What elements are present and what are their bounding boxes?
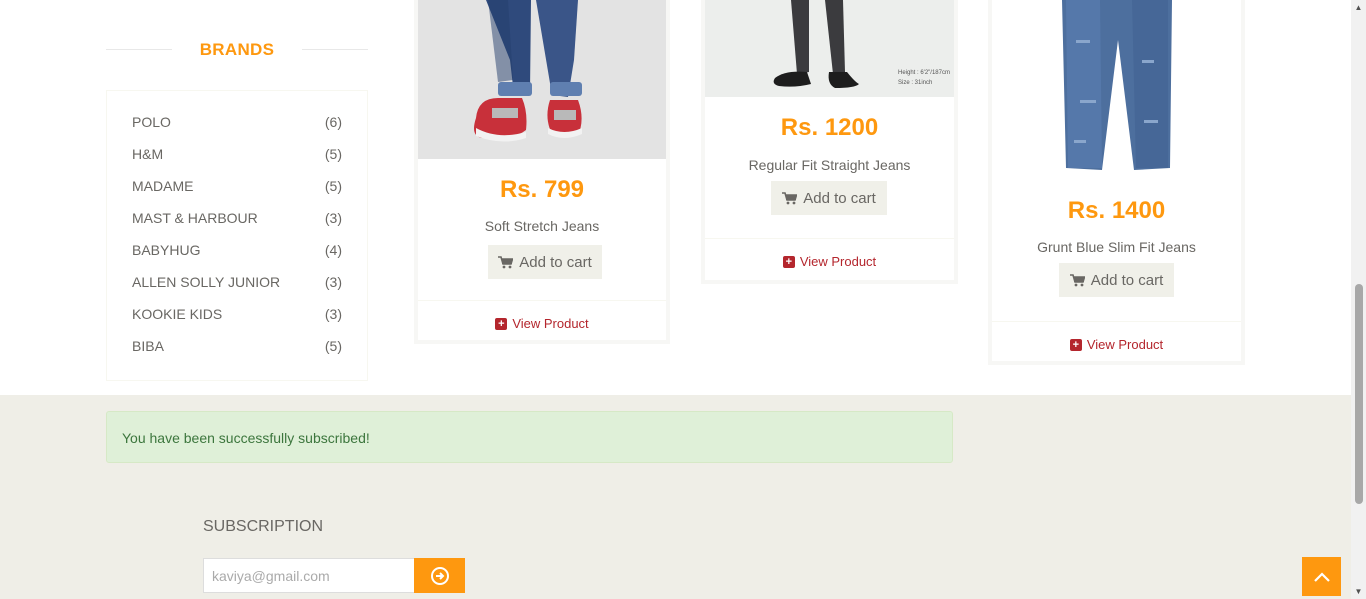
brands-heading: BRANDS	[106, 36, 368, 64]
product-name: Soft Stretch Jeans	[484, 218, 600, 234]
view-product-label: View Product	[799, 254, 877, 269]
brand-count: (6)	[324, 114, 342, 130]
brand-count: (4)	[324, 242, 342, 258]
add-to-cart-label: Add to cart	[519, 253, 592, 271]
product-card: Height : 6'2"/187cm Size : 31inch Rs. 12…	[701, 0, 958, 284]
brand-name: BIBA	[132, 338, 164, 354]
subscription-email-input[interactable]	[203, 558, 415, 593]
chevron-up-icon	[1313, 571, 1330, 582]
product-price: Rs. 1200	[780, 114, 879, 141]
image-caption-size: Size : 31inch	[898, 80, 932, 86]
image-caption-height: Height : 6'2"/187cm	[898, 70, 950, 76]
scroll-up-arrow-icon[interactable]: ▲	[1354, 3, 1363, 12]
brands-list: POLO (6) H&M (5) MADAME (5) MAST & HARBO…	[106, 90, 368, 381]
brand-item-madame[interactable]: MADAME (5)	[132, 176, 342, 196]
subscribe-button[interactable]	[414, 558, 465, 593]
jeans-image	[1062, 0, 1172, 170]
scroll-down-arrow-icon[interactable]: ▼	[1354, 587, 1363, 596]
brand-count: (5)	[324, 178, 342, 194]
product-card: Rs. 799 Soft Stretch Jeans Add to cart +…	[414, 0, 670, 344]
brand-item-kookie-kids[interactable]: KOOKIE KIDS (3)	[132, 304, 342, 324]
add-to-cart-button[interactable]: Add to cart	[488, 245, 602, 279]
cart-icon	[498, 255, 514, 268]
brands-title: BRANDS	[199, 40, 275, 59]
product-name: Grunt Blue Slim Fit Jeans	[1037, 239, 1196, 255]
product-image	[418, 0, 666, 159]
cart-icon	[1069, 273, 1085, 286]
brand-name: KOOKIE KIDS	[132, 306, 223, 322]
brand-count: (3)	[324, 210, 342, 226]
brand-item-hm[interactable]: H&M (5)	[132, 144, 342, 164]
jeans-legs-image	[418, 0, 666, 159]
scroll-to-top-button[interactable]	[1302, 557, 1341, 596]
product-card: Rs. 1400 Grunt Blue Slim Fit Jeans Add t…	[988, 0, 1245, 365]
success-alert: You have been successfully subscribed!	[106, 411, 953, 463]
plus-square-icon: +	[782, 255, 795, 268]
brand-item-babyhug[interactable]: BABYHUG (4)	[132, 240, 342, 260]
brand-item-biba[interactable]: BIBA (5)	[132, 336, 342, 356]
brand-item-polo[interactable]: POLO (6)	[132, 112, 342, 132]
card-divider	[992, 321, 1241, 322]
view-product-link[interactable]: + View Product	[705, 254, 954, 269]
card-divider	[705, 238, 954, 239]
brand-name: MADAME	[132, 178, 194, 194]
plus-square-icon: +	[1069, 338, 1082, 351]
card-divider	[418, 300, 666, 301]
view-product-link[interactable]: + View Product	[418, 316, 666, 331]
brand-name: MAST & HARBOUR	[132, 210, 258, 226]
page: BRANDS POLO (6) H&M (5) MADAME (5) MAST …	[0, 0, 1366, 599]
product-image	[992, 0, 1241, 176]
brand-name: BABYHUG	[132, 242, 201, 258]
brand-item-mast-harbour[interactable]: MAST & HARBOUR (3)	[132, 208, 342, 228]
add-to-cart-label: Add to cart	[1090, 271, 1164, 289]
view-product-link[interactable]: + View Product	[992, 337, 1241, 352]
view-product-label: View Product	[512, 316, 589, 331]
heading-line-right	[302, 49, 368, 50]
product-image: Height : 6'2"/187cm Size : 31inch	[705, 0, 954, 97]
brand-count: (3)	[324, 306, 342, 322]
plus-square-icon: +	[495, 317, 508, 330]
product-price: Rs. 799	[499, 176, 585, 203]
product-price: Rs. 1400	[1067, 197, 1166, 224]
brand-name: H&M	[132, 146, 164, 162]
jeans-legs-image: Height : 6'2"/187cm Size : 31inch	[705, 0, 954, 97]
cart-icon	[782, 191, 798, 204]
add-to-cart-button[interactable]: Add to cart	[1059, 263, 1174, 297]
scrollbar[interactable]: ▲ ▼	[1351, 0, 1366, 599]
product-name: Regular Fit Straight Jeans	[748, 157, 911, 173]
brand-name: ALLEN SOLLY JUNIOR	[132, 274, 281, 290]
subscription-title: SUBSCRIPTION	[203, 518, 324, 535]
add-to-cart-label: Add to cart	[803, 189, 876, 207]
brand-count: (3)	[324, 274, 342, 290]
add-to-cart-button[interactable]: Add to cart	[771, 181, 887, 215]
view-product-label: View Product	[1086, 337, 1164, 352]
arrow-circle-right-icon	[430, 566, 449, 585]
brand-count: (5)	[324, 338, 342, 354]
brand-item-allen-solly-junior[interactable]: ALLEN SOLLY JUNIOR (3)	[132, 272, 342, 292]
scrollbar-thumb[interactable]	[1355, 284, 1363, 504]
brand-name: POLO	[132, 114, 171, 130]
brand-count: (5)	[324, 146, 342, 162]
